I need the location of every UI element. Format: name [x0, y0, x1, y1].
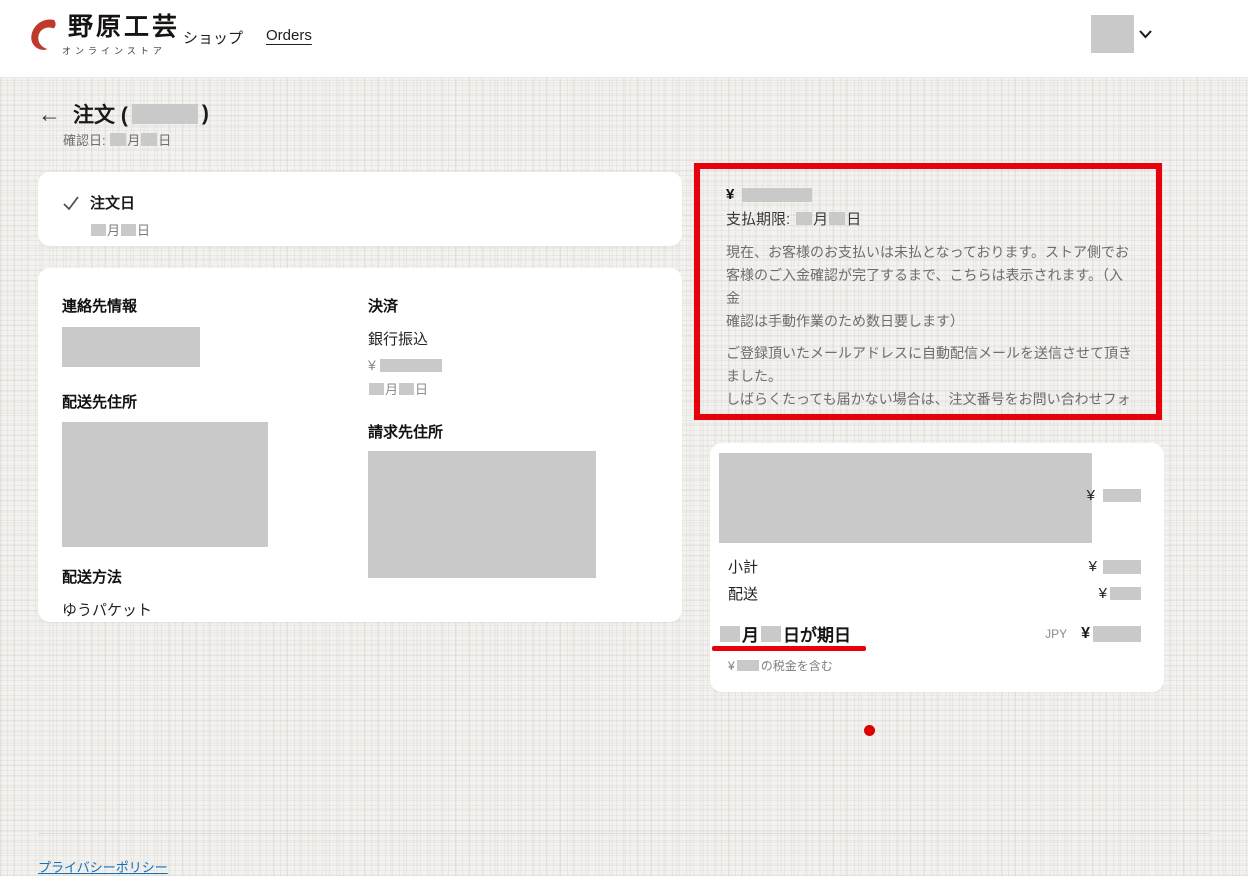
month-glyph: 月 [127, 130, 140, 149]
redacted-total-amount [742, 188, 812, 202]
redacted-day [399, 383, 414, 395]
notice-amount-line: ¥ [726, 186, 1134, 203]
yen-sign: ¥ [1087, 487, 1095, 504]
payment-date-line: 月 日 [368, 379, 658, 398]
billing-address-heading: 請求先住所 [368, 421, 658, 442]
order-date-title: 注文日 [90, 192, 135, 213]
order-date-value: 月 日 [90, 220, 658, 239]
logo-swirl-icon [30, 18, 64, 56]
page-title-open: 注文 ( [73, 99, 128, 129]
yen-sign: ¥ [1089, 558, 1097, 575]
footer-divider [38, 833, 1210, 834]
subtotal-value: ¥ [1089, 558, 1141, 575]
line-item-price: ¥ [1087, 487, 1141, 504]
redacted-subtotal [1103, 560, 1141, 574]
day-glyph: 日 [158, 130, 171, 149]
due-suffix: 日が期日 [783, 621, 851, 646]
yen-sign: ¥ [1099, 585, 1107, 602]
total-price: JPY ¥ [1045, 625, 1141, 643]
subtotal-label: 小計 [728, 556, 758, 577]
yen-sign: ¥ [728, 659, 735, 673]
notice-deadline-line: 支払期限: 月 日 [726, 208, 1134, 229]
page-title-close: ) [202, 102, 209, 126]
payment-amount-line: ¥ [368, 357, 658, 373]
redacted-payment-amount [380, 359, 442, 372]
yen-sign: ¥ [1081, 625, 1090, 643]
shipping-method-value: ゆうパケット [62, 599, 368, 620]
back-arrow-icon[interactable]: ← [38, 101, 61, 127]
redacted-month [91, 224, 106, 236]
tax-note: ¥ の税金を含む [728, 657, 833, 674]
shipping-row: 配送 ¥ [728, 583, 1141, 604]
account-menu-button[interactable] [1091, 15, 1152, 53]
redacted-day [761, 626, 781, 642]
month-glyph: 月 [385, 379, 398, 398]
day-glyph: 日 [137, 220, 150, 239]
redacted-month [796, 212, 812, 225]
redacted-contact-info [62, 327, 200, 367]
yen-sign: ¥ [368, 357, 376, 373]
subtotal-row: 小計 ¥ [728, 556, 1141, 577]
header: 野原工芸 オンラインストア ショップ Orders [0, 0, 1248, 78]
contact-info-heading: 連絡先情報 [62, 295, 368, 316]
brand-subtitle: オンラインストア [62, 44, 180, 57]
redacted-total-price [1093, 626, 1141, 642]
notice-paragraph-1: 現在、お客様のお支払いは未払となっております。ストア側でお 客様のご入金確認が完… [726, 241, 1134, 333]
brand-name: 野原工芸 [68, 12, 180, 42]
check-icon [62, 194, 80, 212]
payment-method-value: 銀行振込 [368, 328, 658, 349]
day-glyph: 日 [846, 208, 861, 229]
title-row: ← 注文 ( ) [38, 99, 209, 129]
redacted-month [369, 383, 384, 395]
confirmed-date-line: 確認日: 月 日 [63, 130, 171, 149]
notice-paragraph-2: ご登録頂いたメールアドレスに自動配信メールを送信させて頂き ました。 しばらくた… [726, 342, 1134, 420]
order-date-card: 注文日 月 日 [38, 172, 682, 246]
chevron-down-icon [1139, 30, 1152, 39]
redacted-tax-amount [737, 660, 759, 671]
payment-notice-annotation-box: ¥ 支払期限: 月 日 現在、お客様のお支払いは未払となっております。ストア側で… [694, 163, 1162, 420]
month-glyph: 月 [742, 621, 759, 646]
yen-sign: ¥ [726, 186, 734, 203]
redacted-shipping-address [62, 422, 268, 547]
redacted-day [121, 224, 136, 236]
order-details-card: 連絡先情報 配送先住所 配送方法 ゆうパケット 決済 銀行振込 ¥ 月 日 請求… [38, 268, 682, 622]
redacted-day [829, 212, 845, 225]
redacted-account-name [1091, 15, 1134, 53]
redacted-month [110, 133, 126, 146]
day-glyph: 日 [415, 379, 428, 398]
total-row: 月 日が期日 JPY ¥ [718, 621, 1141, 646]
shipping-value: ¥ [1099, 585, 1141, 602]
redacted-month [720, 626, 740, 642]
tax-note-suffix: の税金を含む [761, 657, 833, 674]
month-glyph: 月 [813, 208, 828, 229]
payment-heading: 決済 [368, 295, 658, 316]
privacy-policy-link[interactable]: プライバシーポリシー [38, 857, 168, 876]
redacted-line-item [719, 453, 1092, 543]
nav-shop-link[interactable]: ショップ [183, 27, 243, 48]
nav-orders-link[interactable]: Orders [266, 27, 312, 44]
total-due-date: 月 日が期日 [718, 621, 851, 646]
redacted-order-number [132, 104, 198, 124]
page-title: 注文 ( ) [73, 99, 209, 129]
store-logo[interactable]: 野原工芸 オンラインストア [30, 12, 180, 57]
order-summary-card: ¥ 小計 ¥ 配送 ¥ 月 日が期日 JPY ¥ ¥ の税金を含む [710, 443, 1164, 692]
redacted-shipping-cost [1110, 587, 1141, 600]
due-date-underline-annotation [712, 646, 866, 651]
confirmed-label: 確認日: [63, 130, 106, 149]
shipping-label: 配送 [728, 583, 758, 604]
shipping-address-heading: 配送先住所 [62, 391, 368, 412]
redacted-billing-address [368, 451, 596, 578]
month-glyph: 月 [107, 220, 120, 239]
red-dot-annotation [864, 725, 875, 736]
redacted-line-item-price [1103, 489, 1141, 502]
deadline-label: 支払期限: [726, 208, 790, 229]
redacted-day [141, 133, 157, 146]
shipping-method-heading: 配送方法 [62, 566, 368, 587]
currency-code: JPY [1045, 627, 1067, 641]
